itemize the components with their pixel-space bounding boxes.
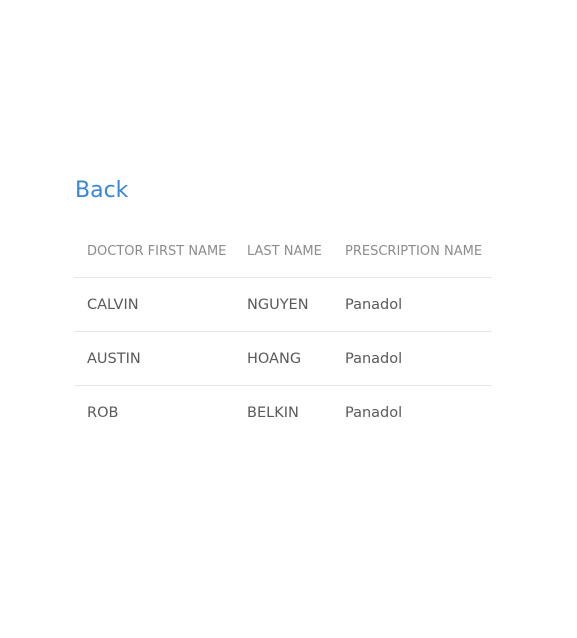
table-row: CALVIN NGUYEN Panadol — [74, 277, 492, 332]
cell-prescription-name: Panadol — [332, 277, 492, 332]
cell-doctor-first-name: CALVIN — [74, 277, 234, 332]
table-row: ROB BELKIN Panadol — [74, 386, 492, 440]
cell-doctor-first-name: ROB — [87, 404, 119, 421]
cell-last-name: HOANG — [234, 331, 332, 386]
table-header-row: DOCTOR FIRST NAME LAST NAME PRESCRIPTION… — [74, 226, 492, 278]
cell-prescription-name: Panadol — [345, 404, 403, 421]
cell-doctor-first-name: AUSTIN — [74, 331, 234, 386]
prescriptions-table-container: DOCTOR FIRST NAME LAST NAME PRESCRIPTION… — [74, 226, 492, 439]
back-link[interactable]: Back — [75, 176, 128, 206]
table-body: CALVIN NGUYEN Panadol AUSTIN HOANG Panad… — [74, 277, 492, 440]
table-header: DOCTOR FIRST NAME LAST NAME PRESCRIPTION… — [74, 226, 492, 278]
prescriptions-table: DOCTOR FIRST NAME LAST NAME PRESCRIPTION… — [74, 226, 492, 439]
column-header-last-name: LAST NAME — [234, 226, 332, 278]
cell-prescription-name: Panadol — [332, 331, 492, 386]
cell-last-name: NGUYEN — [234, 277, 332, 332]
column-header-doctor-first-name: DOCTOR FIRST NAME — [74, 226, 234, 278]
table-row: AUSTIN HOANG Panadol — [74, 331, 492, 386]
column-header-prescription-name: PRESCRIPTION NAME — [332, 226, 492, 278]
cell-last-name: BELKIN — [247, 404, 299, 421]
